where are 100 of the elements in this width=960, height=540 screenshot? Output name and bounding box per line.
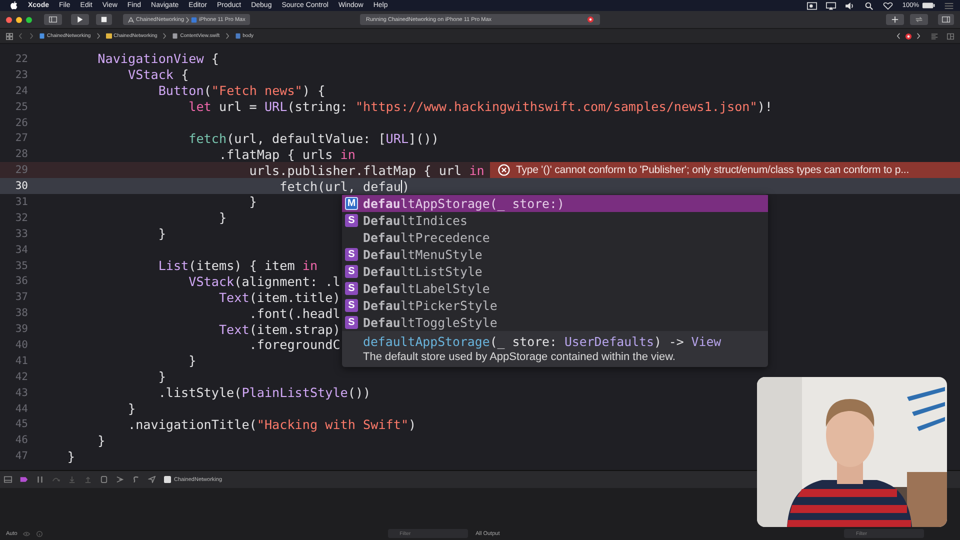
line-number: 42 <box>14 370 28 383</box>
code-line: Button("Fetch news") { <box>157 83 326 98</box>
code-line: .font(.headl <box>248 306 340 321</box>
description-text: The default store used by AppStorage contained within the view. <box>363 351 676 363</box>
line-number: 43 <box>14 386 28 399</box>
code-line: .foregroundC <box>248 337 340 352</box>
pause-icon[interactable] <box>36 476 44 483</box>
line-number: 35 <box>14 260 28 272</box>
code-line: List(items) { item in <box>157 258 318 274</box>
chevron-right-icon <box>226 33 229 39</box>
screen-record-icon[interactable] <box>807 2 818 10</box>
view-hierarchy-icon[interactable] <box>100 476 108 483</box>
symbol-badge: S <box>345 282 358 295</box>
memory-graph-icon[interactable] <box>116 476 124 483</box>
close-button[interactable] <box>6 16 12 22</box>
completion-item[interactable]: S DefaultIndices <box>342 212 768 229</box>
apple-icon[interactable] <box>10 1 18 10</box>
chevron-right-icon <box>96 33 100 39</box>
lines-icon[interactable] <box>931 32 938 40</box>
grid-icon[interactable] <box>6 32 13 40</box>
sidebar-toggle-button[interactable] <box>44 14 62 25</box>
chevron-right-icon <box>163 33 166 39</box>
code-line: } <box>66 448 75 464</box>
stop-icon <box>100 16 108 23</box>
code-line: .flatMap { urls in <box>218 146 356 162</box>
review-button[interactable] <box>910 14 928 25</box>
completion-item[interactable]: S DefaultListStyle <box>342 263 768 280</box>
line-number: 29 <box>14 164 28 176</box>
minimize-button[interactable] <box>16 16 22 22</box>
document-icon <box>39 33 45 39</box>
completion-item[interactable]: S DefaultMenuStyle <box>342 246 768 263</box>
code-line: Text(item.title) <box>218 290 340 305</box>
line-number: 24 <box>14 84 28 97</box>
hide-panel-icon[interactable] <box>4 476 12 483</box>
forward-icon[interactable] <box>30 33 33 39</box>
code-line: Text(item.strap) <box>218 322 340 337</box>
line-number: 28 <box>14 148 28 160</box>
code-line: .navigationTitle("Hacking with Swift") <box>126 416 416 432</box>
line-number: 47 <box>14 450 28 462</box>
chevron-right-icon <box>186 16 189 22</box>
line-number: 41 <box>14 354 28 367</box>
volume-icon[interactable] <box>845 2 856 10</box>
symbol-badge: M <box>345 197 358 210</box>
error-banner[interactable]: Type '()' cannot conform to 'Publisher'; only struct/enum/class types can conform to p... <box>490 162 960 178</box>
document-icon <box>172 33 178 39</box>
signature-text: defaultAppStorage(_ store: UserDefaults) -> View <box>363 334 722 349</box>
code-line: .listStyle(PlainListStyle()) <box>157 385 371 400</box>
line-number: 23 <box>14 68 28 81</box>
zoom-button[interactable] <box>26 16 32 22</box>
line-number: 25 <box>14 100 28 113</box>
line-number: 34 <box>14 244 28 256</box>
completion-item[interactable]: S DefaultLabelStyle <box>342 280 768 297</box>
code-line: } <box>96 432 106 448</box>
completion-item[interactable]: S DefaultToggleStyle <box>342 314 768 331</box>
line-number: 22 <box>14 52 28 65</box>
location-icon[interactable] <box>148 476 156 483</box>
line-number: 44 <box>14 402 28 415</box>
phone-icon <box>191 16 197 22</box>
add-button[interactable] <box>886 14 904 25</box>
run-button[interactable] <box>71 14 89 25</box>
breakpoint-icon[interactable] <box>20 476 28 483</box>
line-number: 32 <box>14 212 28 224</box>
code-line: let url = URL(string: "https://www.hackingwithswift.com/samples/news1.json")! <box>188 99 772 114</box>
previous-issue-icon[interactable] <box>897 33 900 39</box>
line-number: 46 <box>14 434 28 446</box>
symbol-badge: S <box>345 299 358 312</box>
line-number: 40 <box>14 338 28 351</box>
line-number: 45 <box>14 418 28 430</box>
code-line: NavigationView { <box>96 51 219 66</box>
line-number: 30 <box>14 180 28 192</box>
back-icon[interactable] <box>19 33 22 39</box>
completion-item[interactable]: S DefaultPickerStyle <box>342 297 768 314</box>
inspector-toggle-button[interactable] <box>938 14 954 25</box>
completion-item[interactable]: M defaultAppStorage(_ store:) <box>342 195 768 212</box>
split-editor-icon[interactable] <box>947 32 954 40</box>
symbol-badge: S <box>345 265 358 278</box>
code-line: urls.publisher.flatMap { url in <box>248 162 484 178</box>
error-indicator-icon[interactable] <box>905 32 912 40</box>
list-icon[interactable] <box>944 2 954 10</box>
code-line: VStack { <box>126 67 189 82</box>
app-icon <box>164 476 171 483</box>
symbol-icon <box>234 33 241 39</box>
error-icon <box>498 164 510 176</box>
code-line: } <box>157 226 166 242</box>
environment-icon[interactable] <box>132 476 140 483</box>
line-number: 39 <box>14 323 28 336</box>
app-target-icon <box>128 16 134 22</box>
error-indicator-icon[interactable] <box>587 16 594 23</box>
code-line: } <box>188 353 196 368</box>
next-issue-icon[interactable] <box>917 33 920 39</box>
airplay-icon[interactable] <box>826 2 836 10</box>
battery-icon[interactable] <box>922 2 935 9</box>
plus-icon <box>891 16 899 23</box>
heart-icon[interactable] <box>883 2 894 10</box>
stop-button[interactable] <box>96 14 112 25</box>
search-icon[interactable] <box>864 2 874 10</box>
completion-item[interactable]: DefaultPrecedence <box>342 229 768 246</box>
symbol-badge: S <box>345 214 358 227</box>
error-message: Type '()' cannot conform to 'Publisher'; only struct/enum/class types can conform to p... <box>516 164 910 176</box>
code-line: } <box>218 210 227 226</box>
